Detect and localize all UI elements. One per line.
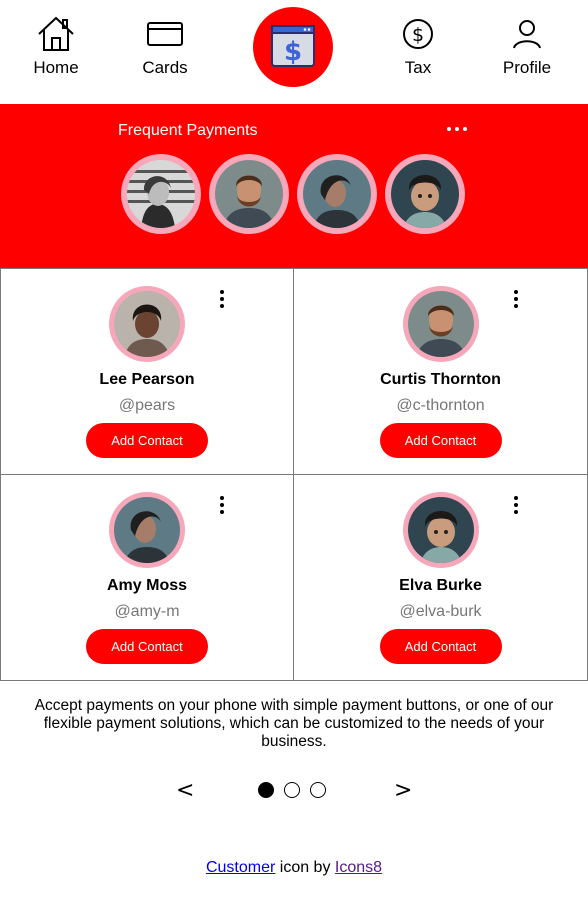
contact-handle: @pears: [118, 397, 176, 414]
nav-home-label: Home: [33, 58, 79, 77]
credit-card-icon: [147, 22, 183, 46]
nav-tax[interactable]: $ Tax: [363, 0, 473, 104]
frequent-avatar-4[interactable]: [385, 154, 465, 234]
frequent-avatar-3[interactable]: [297, 154, 377, 234]
add-contact-button[interactable]: Add Contact: [379, 423, 502, 458]
frequent-payments-banner: Frequent Payments: [0, 104, 588, 268]
contact-avatar: [109, 286, 185, 362]
frequent-payments-title: Frequent Payments: [118, 122, 258, 139]
card-more-icon[interactable]: [217, 495, 227, 515]
contact-card: Curtis Thornton @c-thornton Add Contact: [293, 268, 588, 475]
contact-card: Amy Moss @amy-m Add Contact: [0, 474, 294, 681]
card-more-icon[interactable]: [511, 495, 521, 515]
avatar: [303, 160, 371, 228]
payment-window-dollar-icon: $: [271, 25, 315, 67]
carousel-dot-3[interactable]: [310, 782, 326, 798]
payments-description: Accept payments on your phone with simpl…: [34, 697, 554, 750]
contact-avatar: [402, 286, 479, 362]
avatar: [391, 160, 459, 228]
more-horizontal-icon[interactable]: [444, 118, 470, 138]
carousel-dot-1[interactable]: [258, 782, 274, 798]
add-contact-button[interactable]: Add Contact: [86, 423, 208, 458]
contact-name: Curtis Thornton: [380, 371, 501, 388]
avatar: [215, 160, 283, 228]
contact-avatar: [109, 492, 185, 568]
contact-avatar: [402, 492, 479, 568]
nav-cards-label: Cards: [142, 58, 188, 77]
carousel-dot-2[interactable]: [284, 782, 300, 798]
contact-card: Elva Burke @elva-burk Add Contact: [293, 474, 588, 681]
contact-handle: @elva-burk: [399, 603, 482, 620]
frequent-avatar-1[interactable]: [121, 154, 201, 234]
user-icon: [513, 20, 541, 49]
attribution-text: icon by: [275, 859, 335, 876]
contact-name: Amy Moss: [106, 577, 188, 594]
frequent-avatar-2[interactable]: [209, 154, 289, 234]
contact-card: Lee Pearson @pears Add Contact: [0, 268, 294, 475]
card-more-icon[interactable]: [511, 289, 521, 309]
contact-handle: @amy-m: [114, 603, 180, 620]
dollar-circle-icon: $: [403, 19, 433, 49]
add-contact-button[interactable]: Add Contact: [379, 629, 502, 664]
nav-home[interactable]: Home: [1, 0, 111, 104]
payment-center-button[interactable]: $: [253, 7, 333, 87]
contact-name: Lee Pearson: [99, 371, 195, 388]
svg-text:$: $: [412, 24, 424, 46]
avatar: [127, 160, 195, 228]
contact-name: Elva Burke: [399, 577, 482, 594]
add-contact-button[interactable]: Add Contact: [86, 629, 208, 664]
carousel-next-button[interactable]: >: [394, 778, 412, 803]
contacts-grid: Lee Pearson @pears Add Contact Curtis Th…: [0, 268, 588, 681]
icon-attribution: Customer icon by Icons8: [0, 859, 588, 877]
top-navigation: Home Cards $ $ Tax Profile: [0, 0, 588, 104]
card-more-icon[interactable]: [217, 289, 227, 309]
svg-text:$: $: [284, 37, 302, 67]
icons8-link[interactable]: Icons8: [335, 859, 382, 876]
nav-tax-label: Tax: [404, 58, 432, 77]
nav-cards[interactable]: Cards: [110, 0, 220, 104]
customer-link[interactable]: Customer: [206, 859, 275, 876]
carousel-prev-button[interactable]: <: [176, 778, 194, 803]
nav-profile-label: Profile: [502, 58, 552, 77]
contact-handle: @c-thornton: [396, 397, 485, 414]
home-icon: [38, 16, 74, 51]
nav-profile[interactable]: Profile: [472, 0, 582, 104]
